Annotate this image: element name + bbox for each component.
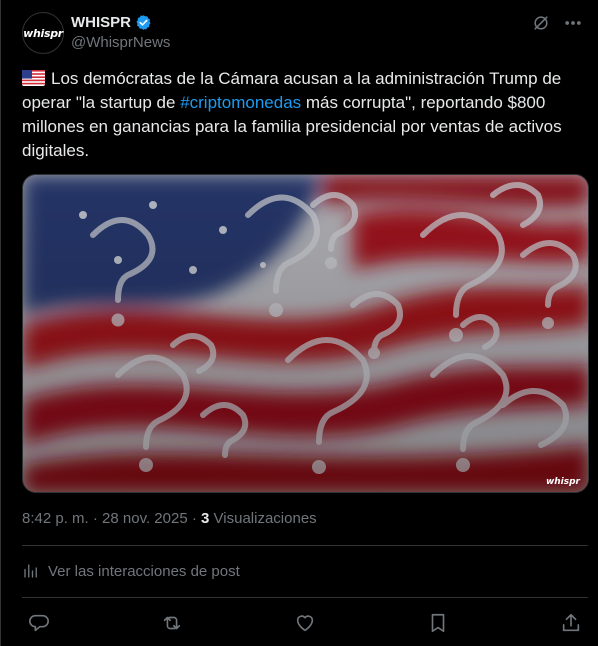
hashtag-link[interactable]: #criptomonedas (180, 93, 301, 112)
more-icon[interactable] (562, 12, 584, 34)
post-meta: 8:42 p. m. · 28 nov. 2025 · 3 Visualizac… (22, 510, 317, 527)
flag-question-marks-illustration (23, 175, 588, 492)
like-icon[interactable] (288, 608, 322, 638)
repost-icon[interactable] (155, 608, 189, 638)
reply-icon[interactable] (22, 608, 56, 638)
handle[interactable]: @WhisprNews (71, 34, 170, 51)
share-icon[interactable] (554, 608, 588, 638)
author-names: WHISPR @WhisprNews (71, 14, 170, 51)
bookmark-icon[interactable] (421, 608, 455, 638)
grok-icon[interactable] (530, 12, 552, 34)
post-image[interactable]: whispr (22, 174, 589, 493)
action-bar (22, 608, 588, 638)
views-label: Visualizaciones (209, 510, 317, 527)
post-header: whispr WHISPR @WhisprNews (22, 12, 584, 56)
left-border (0, 0, 1, 646)
display-name[interactable]: WHISPR (71, 14, 131, 31)
view-interactions-label: Ver las interacciones de post (48, 562, 240, 580)
meta-separator: · (88, 510, 103, 527)
post-date[interactable]: 28 nov. 2025 (102, 510, 188, 527)
divider (22, 545, 588, 546)
divider (22, 597, 588, 598)
analytics-icon (24, 564, 37, 578)
post-time[interactable]: 8:42 p. m. (22, 510, 89, 527)
us-flag-emoji-icon (22, 70, 45, 86)
post-text: Los demócratas de la Cámara acusan a la … (22, 67, 578, 163)
view-interactions-link[interactable]: Ver las interacciones de post (22, 562, 240, 580)
avatar[interactable]: whispr (22, 12, 64, 54)
verified-badge-icon[interactable] (135, 14, 152, 31)
image-watermark: whispr (545, 477, 580, 487)
avatar-logo-text: whispr (23, 26, 63, 40)
meta-separator: · (187, 510, 202, 527)
